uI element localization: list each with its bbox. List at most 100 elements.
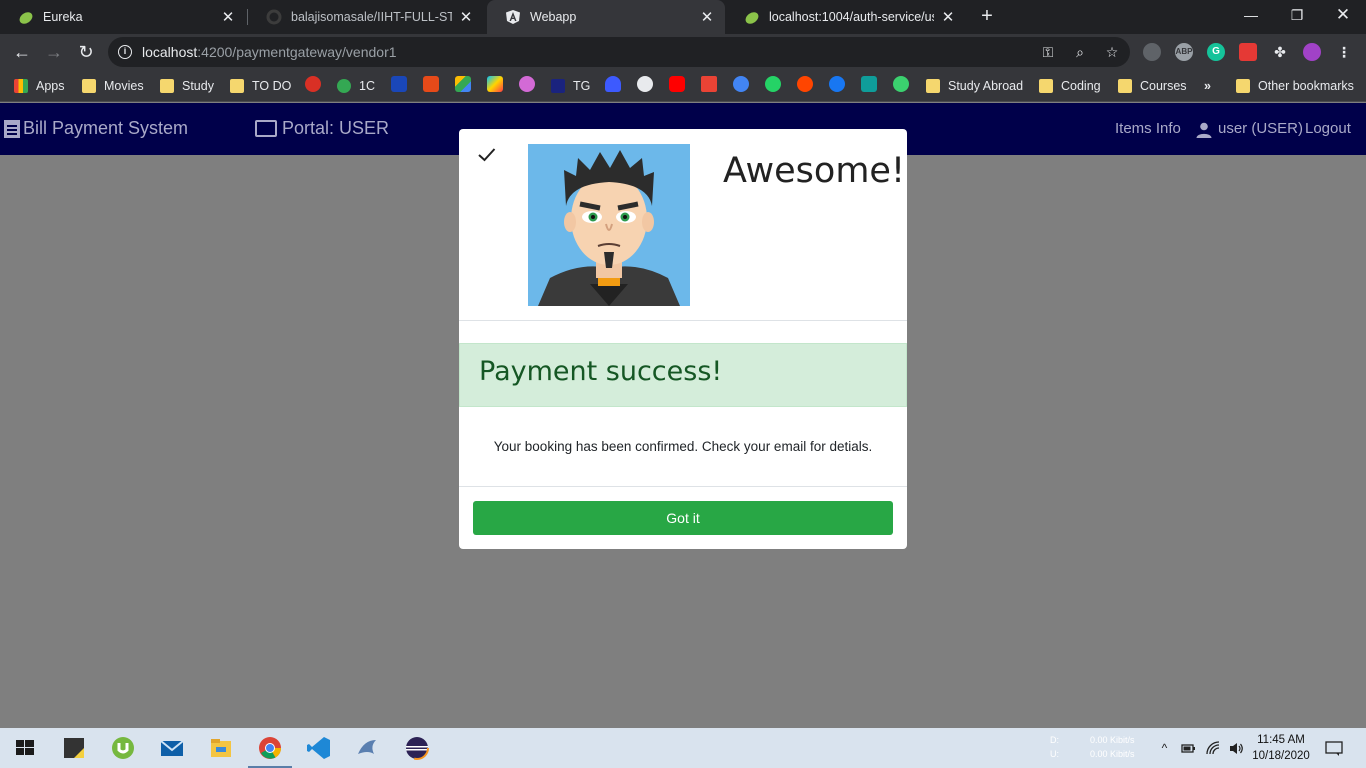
user-icon (1196, 122, 1212, 138)
bill-icon (4, 119, 20, 138)
forward-button[interactable]: → (42, 40, 66, 64)
brand-link[interactable]: Bill Payment System (4, 118, 188, 139)
bookmark-movies[interactable]: Movies (82, 77, 144, 95)
vscode-icon[interactable] (307, 736, 331, 760)
bookmark-study-abroad[interactable]: Study Abroad (926, 77, 1023, 95)
net-down-rate: 0.00 Kibit/s (1090, 735, 1135, 745)
bookmark-red-icon[interactable] (305, 76, 321, 92)
utorrent-icon[interactable] (111, 736, 135, 760)
alert-heading: Payment success! (479, 356, 723, 387)
divider (459, 486, 907, 487)
portal-label: Portal: USER (255, 118, 389, 139)
divider (459, 320, 907, 321)
windows-start-icon[interactable] (13, 736, 37, 760)
key-icon[interactable]: ⚿ (1040, 44, 1056, 60)
volume-icon[interactable] (1229, 741, 1244, 756)
nav-logout[interactable]: Logout (1305, 120, 1351, 137)
whatsapp-icon[interactable] (765, 76, 781, 92)
browser-tab-strip: Eureka ✕ balajisomasale/IIHT-FULL-STACK … (0, 0, 1366, 34)
close-icon[interactable]: ✕ (940, 8, 956, 26)
menu-icon[interactable]: ⋮ (1335, 43, 1353, 61)
folder-icon (230, 79, 244, 93)
system-clock[interactable]: 11:45 AM 10/18/2020 (1250, 732, 1312, 764)
url-text[interactable]: localhost:4200/paymentgateway/vendor1 (142, 44, 397, 60)
youtube-icon[interactable] (669, 76, 685, 92)
sticky-notes-icon[interactable] (62, 736, 86, 760)
pocket-icon[interactable] (1143, 43, 1161, 61)
mail-icon[interactable] (160, 736, 184, 760)
folder-icon (926, 79, 940, 93)
tab-webapp[interactable]: Webapp ✕ (487, 0, 725, 34)
bookmark-1c[interactable]: 1C (337, 77, 375, 95)
reddit-icon[interactable] (797, 76, 813, 92)
drive-icon[interactable] (455, 76, 471, 92)
close-icon[interactable]: ✕ (220, 8, 236, 26)
address-bar[interactable]: i localhost:4200/paymentgateway/vendor1 … (108, 37, 1130, 67)
bookmark-courses[interactable]: Courses (1118, 77, 1187, 95)
shield-icon[interactable] (605, 76, 621, 92)
got-it-button[interactable]: Got it (473, 501, 893, 535)
behance-icon[interactable] (391, 76, 407, 92)
eclipse-icon[interactable] (405, 736, 429, 760)
close-icon[interactable]: ✕ (699, 8, 715, 26)
folder-icon (1236, 79, 1250, 93)
github-icon[interactable] (637, 76, 653, 92)
modal-title: Awesome! (723, 151, 905, 191)
tab-title: balajisomasale/IIHT-FULL-STACK (291, 10, 452, 24)
office-icon[interactable] (423, 76, 439, 92)
profile-avatar[interactable] (1303, 43, 1321, 61)
power-icon[interactable] (519, 76, 535, 92)
notification-icon[interactable] (1325, 741, 1343, 756)
refresh-green-icon[interactable] (893, 76, 909, 92)
back-button[interactable]: ← (10, 40, 34, 64)
tab-title: localhost:1004/auth-service/user (769, 10, 934, 24)
info-icon[interactable]: i (118, 45, 132, 59)
bookmark-study[interactable]: Study (160, 77, 214, 95)
chrome-icon[interactable] (258, 736, 282, 760)
nav-user[interactable]: user (USER) (1218, 120, 1303, 137)
play-store-icon[interactable] (487, 76, 503, 92)
tab-github[interactable]: balajisomasale/IIHT-FULL-STACK ✕ (248, 0, 484, 34)
extension-red-icon[interactable] (1239, 43, 1257, 61)
battery-icon[interactable] (1181, 741, 1196, 756)
globe-icon (337, 79, 351, 93)
grammarly-icon[interactable]: G (1207, 43, 1225, 61)
tab-auth-service[interactable]: localhost:1004/auth-service/user ✕ (726, 0, 966, 34)
check-icon (477, 145, 497, 165)
clock-date: 10/18/2020 (1252, 750, 1310, 762)
bookmark-tg[interactable]: TG (551, 77, 590, 95)
n-icon[interactable] (861, 76, 877, 92)
browser-toolbar: ← → ↻ i localhost:4200/paymentgateway/ve… (0, 34, 1366, 70)
bookmark-coding[interactable]: Coding (1039, 77, 1101, 95)
adblock-icon[interactable]: ABP (1175, 43, 1193, 61)
restore-button[interactable]: ❐ (1274, 0, 1320, 32)
bookmark-apps[interactable]: Apps (14, 77, 65, 95)
video-icon[interactable] (733, 76, 749, 92)
bookmarks-overflow-button[interactable]: » (1204, 77, 1211, 95)
star-icon[interactable]: ☆ (1104, 44, 1120, 60)
reload-button[interactable]: ↻ (74, 40, 98, 64)
new-tab-button[interactable]: + (976, 5, 998, 27)
close-window-button[interactable]: ✕ (1320, 0, 1366, 32)
gmail-icon[interactable] (701, 76, 717, 92)
brand-title: Bill Payment System (23, 118, 189, 138)
file-explorer-icon[interactable] (209, 736, 233, 760)
net-up-label: U: (1050, 749, 1059, 759)
portal-text: Portal: USER (282, 118, 390, 138)
zoom-icon[interactable]: ⌕ (1072, 44, 1088, 60)
tab-eureka[interactable]: Eureka ✕ (0, 0, 246, 34)
puzzle-icon[interactable]: ✤ (1271, 43, 1289, 61)
spring-leaf-icon (744, 9, 760, 25)
close-icon[interactable]: ✕ (458, 8, 474, 26)
bookmark-other[interactable]: Other bookmarks (1236, 77, 1354, 95)
chevron-up-icon[interactable]: ^ (1157, 741, 1172, 756)
angular-icon (505, 9, 521, 25)
minimize-button[interactable]: — (1228, 0, 1274, 32)
bookmark-todo[interactable]: TO DO (230, 77, 291, 95)
facebook-icon[interactable] (829, 76, 845, 92)
nav-items-info[interactable]: Items Info (1115, 120, 1181, 137)
mysql-workbench-icon[interactable] (356, 736, 380, 760)
wifi-icon[interactable] (1206, 741, 1221, 756)
apps-grid-icon (14, 79, 28, 93)
folder-icon (160, 79, 174, 93)
